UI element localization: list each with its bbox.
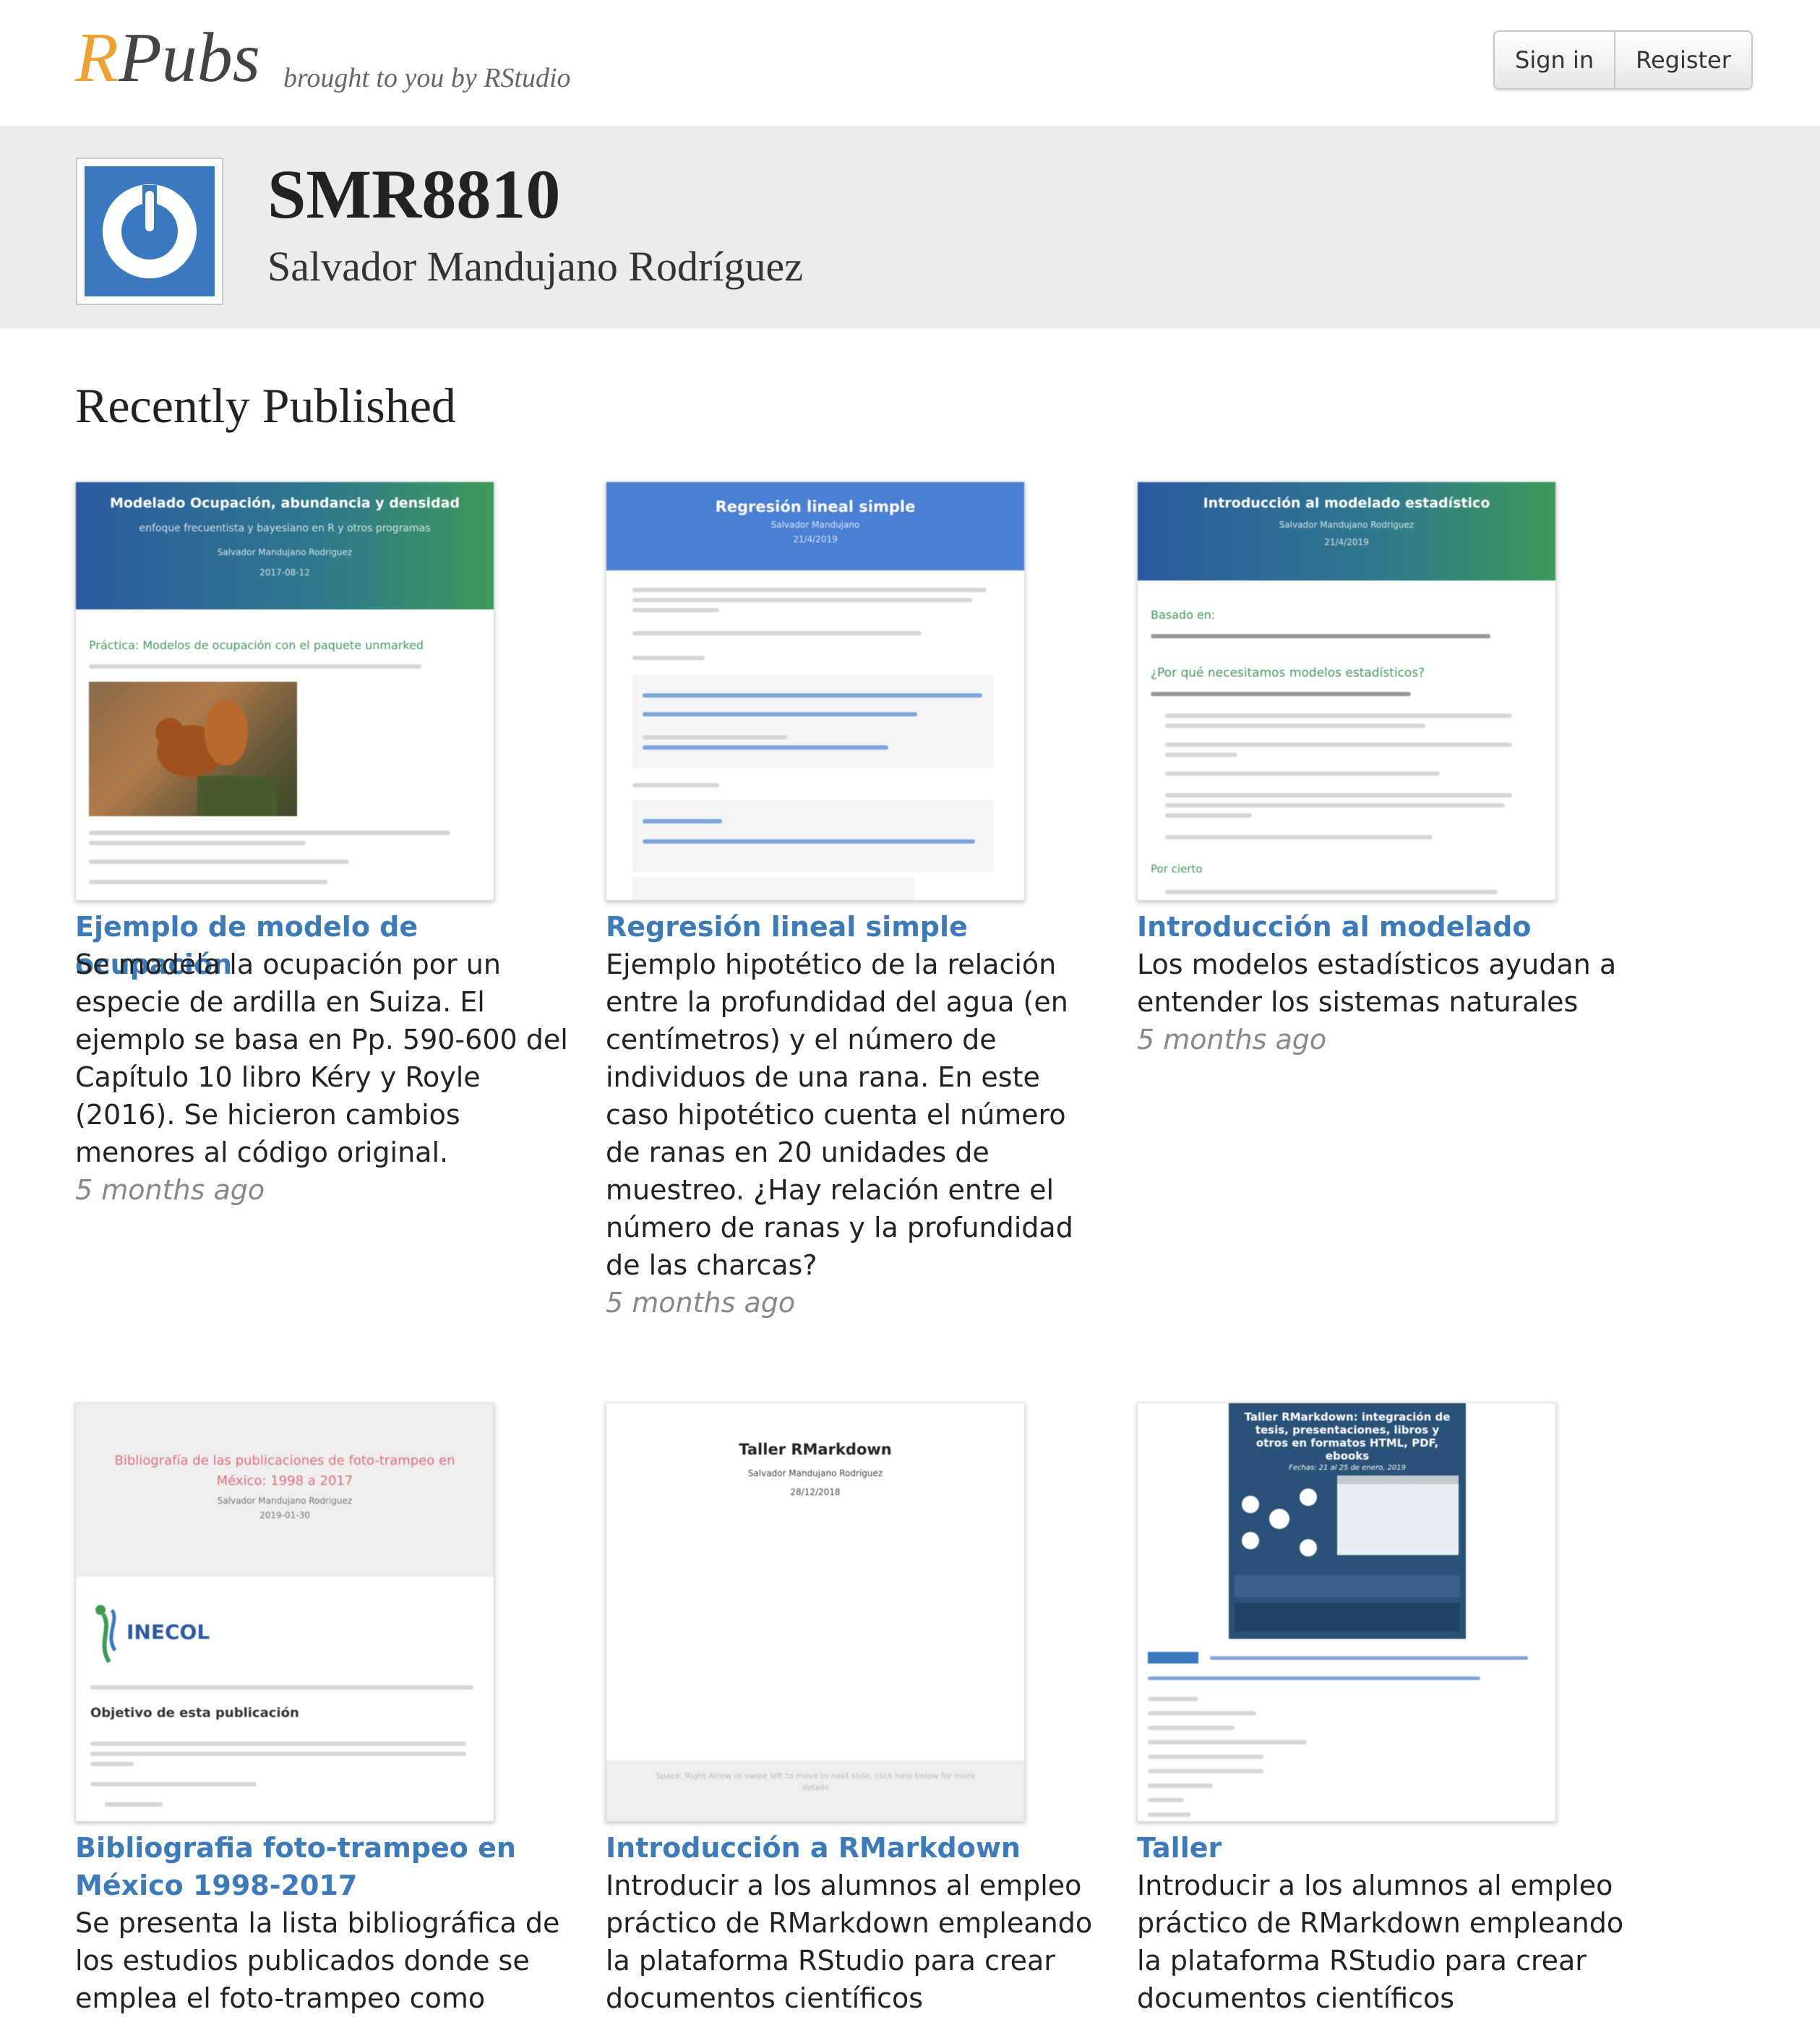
thumb-header: Regresión lineal simple Salvador Manduja… — [606, 482, 1024, 570]
thumb-title: Taller RMarkdown — [739, 1441, 892, 1458]
thumb-author: Salvador Mandujano Rodríguez — [747, 1468, 883, 1478]
description-text: Se presenta la lista bibliográfica de lo… — [75, 1907, 560, 2014]
description-text: Introducir a los alumnos al empleo práct… — [1137, 1870, 1624, 2014]
description-text: Ejemplo hipotético de la relación entre … — [606, 948, 1073, 1281]
thumb-footer: Space, Right Arrow or swipe left to move… — [606, 1760, 1024, 1821]
profile-username: SMR8810 — [267, 155, 561, 233]
publication-time: 5 months ago — [75, 1174, 265, 1206]
workshop-poster: Taller RMarkdown: integración de tesis, … — [1229, 1403, 1466, 1639]
top-bar: RPubs brought to you by RStudio Sign in … — [0, 0, 1820, 126]
publication-title-link[interactable]: Bibliografia foto-trampeo en México 1998… — [75, 1829, 581, 1904]
thumb-author: Salvador Mandujano — [771, 520, 860, 530]
thumb-header: Introducción al modelado estadístico Sal… — [1138, 482, 1555, 581]
publication-thumbnail[interactable]: Taller RMarkdown Salvador Mandujano Rodr… — [606, 1403, 1025, 1822]
profile-header: SMR8810 Salvador Mandujano Rodríguez — [0, 126, 1820, 328]
thumb-footer-text: Space, Right Arrow or swipe left to move… — [656, 1771, 975, 1792]
publication-description: Ejemplo hipotético de la relación entre … — [606, 946, 1104, 1322]
profile-full-name: Salvador Mandujano Rodríguez — [267, 243, 803, 290]
thumb-author: Salvador Mandujano Rodriguez — [217, 547, 353, 557]
publication-time: 5 months ago — [606, 1287, 796, 1319]
thumb-question: ¿Por qué necesitamos modelos estadístico… — [1151, 666, 1425, 680]
thumb-date: 2019-01-30 — [259, 1510, 310, 1520]
thumb-title: Bibliografía de las publicaciones de fot… — [114, 1453, 455, 1489]
thumb-title: Introducción al modelado estadístico — [1203, 495, 1490, 511]
publication-title-link[interactable]: Taller — [1137, 1829, 1643, 1867]
power-symbol-icon — [85, 166, 215, 296]
publication-title-link[interactable]: Introducción al modelado — [1137, 908, 1643, 946]
sign-in-button[interactable]: Sign in — [1495, 32, 1614, 88]
thumb-date: 21/4/2019 — [793, 534, 838, 544]
description-text: Los modelos estadísticos ayudan a entend… — [1137, 948, 1617, 1018]
section-title: Recently Published — [75, 378, 456, 433]
thumb-date: 21/4/2019 — [1324, 537, 1369, 547]
thumb-title: Regresión lineal simple — [715, 498, 916, 515]
thumb-heading: Práctica: Modelos de ocupación con el pa… — [89, 638, 424, 652]
thumb-basado: Basado en: — [1151, 608, 1216, 622]
thumb-cierto: Por cierto — [1151, 862, 1203, 875]
thumb-date: 28/12/2018 — [790, 1487, 841, 1497]
thumb-header: Taller RMarkdown Salvador Mandujano Rodr… — [606, 1403, 1024, 1533]
auth-button-group: Sign in Register — [1493, 30, 1753, 90]
rpubs-logo[interactable]: RPubs — [75, 22, 260, 94]
publication-time: 5 months ago — [1137, 1024, 1327, 1055]
publication-thumbnail[interactable]: Regresión lineal simple Salvador Manduja… — [606, 481, 1025, 901]
thumb-header: Bibliografía de las publicaciones de fot… — [76, 1403, 494, 1577]
avatar — [76, 158, 223, 305]
thumb-author: Salvador Mandujano Rodriguez — [217, 1496, 353, 1506]
publication-description: Introducir a los alumnos al empleo práct… — [606, 1867, 1104, 2017]
publication-thumbnail[interactable]: Modelado Ocupación, abundancia y densida… — [75, 481, 494, 901]
publication-thumbnail[interactable]: Introducción al modelado estadístico Sal… — [1137, 481, 1556, 901]
publication-description: Los modelos estadísticos ayudan a entend… — [1137, 946, 1636, 1058]
publication-thumbnail[interactable]: Bibliografía de las publicaciones de fot… — [75, 1403, 494, 1822]
description-text: Introducir a los alumnos al empleo práct… — [606, 1870, 1093, 2014]
tagline: brought to you by RStudio — [283, 63, 571, 93]
thumb-title: Modelado Ocupación, abundancia y densida… — [109, 495, 460, 511]
thumb-heading: Objetivo de esta publicación — [90, 1705, 299, 1721]
squirrel-photo — [89, 682, 297, 816]
poster-tab — [1148, 1652, 1198, 1663]
publication-thumbnail[interactable]: Taller RMarkdown: integración de tesis, … — [1137, 1403, 1556, 1822]
thumb-subtitle: enfoque frecuentista y bayesiano en R y … — [139, 523, 431, 534]
thumb-date: 2017-08-12 — [259, 568, 310, 578]
publication-description: Introducir a los alumnos al empleo práct… — [1137, 1867, 1636, 2017]
register-button[interactable]: Register — [1614, 32, 1751, 88]
publication-description: Se modela la ocupación por un especie de… — [75, 946, 574, 1209]
thumb-header: Modelado Ocupación, abundancia y densida… — [76, 482, 494, 609]
inecol-text: INECOL — [126, 1620, 210, 1644]
publication-description: Se presenta la lista bibliográfica de lo… — [75, 1904, 574, 2017]
thumb-author: Salvador Mandujano Rodriguez — [1279, 520, 1415, 530]
description-text: Se modela la ocupación por un especie de… — [75, 948, 568, 1168]
publication-title-link[interactable]: Regresión lineal simple — [606, 908, 1112, 946]
poster-title: Taller RMarkdown: integración de tesis, … — [1244, 1410, 1451, 1463]
publication-title-link[interactable]: Introducción a RMarkdown — [606, 1829, 1112, 1867]
